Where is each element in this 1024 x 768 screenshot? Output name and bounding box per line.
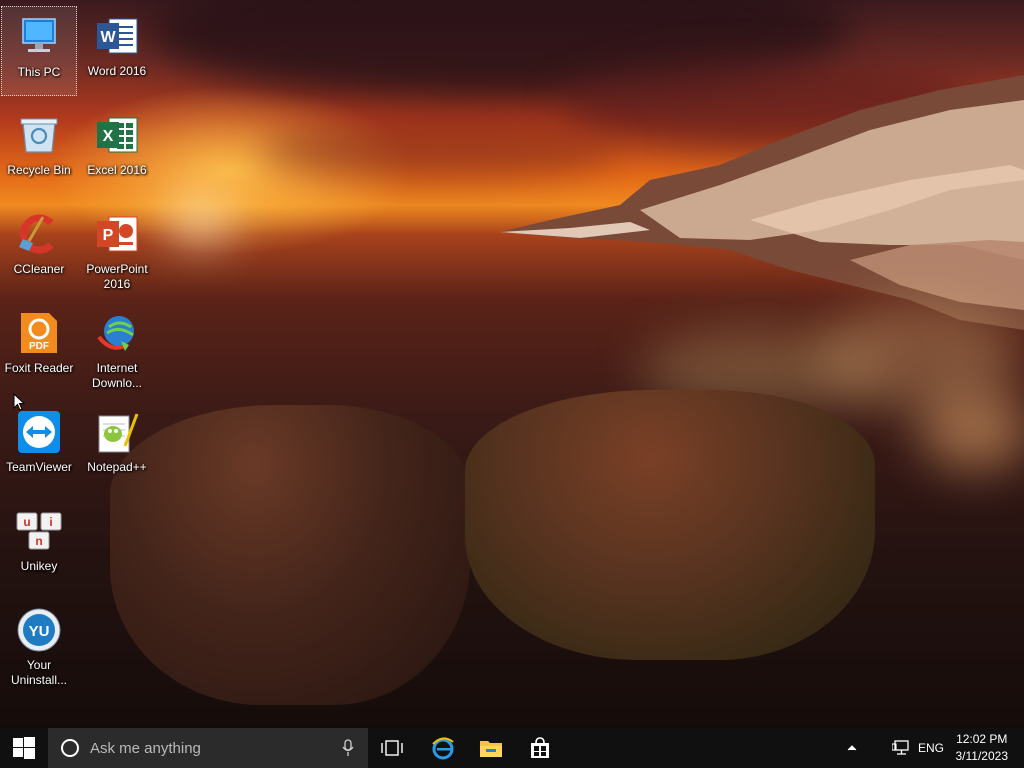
desktop-icon-teamviewer[interactable]: TeamViewer	[1, 402, 77, 492]
taskbar-store-button[interactable]	[517, 728, 563, 768]
taskbar-file-explorer-button[interactable]	[468, 728, 514, 768]
desktop-icon-foxit-reader[interactable]: PDF Foxit Reader	[1, 303, 77, 393]
svg-text:u: u	[23, 515, 30, 529]
desktop-icon-ccleaner[interactable]: CCleaner	[1, 204, 77, 294]
windows-logo-icon	[13, 737, 35, 759]
word-icon: W	[93, 12, 141, 60]
edge-icon	[432, 737, 454, 760]
icon-label: Word 2016	[87, 64, 147, 78]
excel-icon: X	[93, 111, 141, 159]
task-view-button[interactable]	[370, 728, 414, 768]
desktop-icon-word-2016[interactable]: W Word 2016	[79, 6, 155, 96]
icon-label: Recycle Bin	[7, 163, 71, 177]
desktop-icon-your-uninstaller[interactable]: YU Your Uninstall...	[1, 600, 77, 690]
icon-label: Excel 2016	[87, 163, 147, 177]
icon-label: TeamViewer	[6, 460, 72, 474]
icon-label: Foxit Reader	[4, 361, 74, 375]
network-icon	[892, 740, 909, 755]
lit-rock-glow	[920, 390, 1024, 470]
start-button[interactable]	[0, 728, 48, 768]
ccleaner-icon	[15, 210, 63, 258]
language-indicator: ENG	[917, 741, 944, 755]
svg-text:P: P	[103, 227, 114, 244]
icon-label: This PC	[17, 65, 61, 79]
svg-text:W: W	[100, 29, 116, 46]
desktop-icon-internet-download-manager[interactable]: Internet Downlo...	[79, 303, 155, 393]
network-button[interactable]	[886, 728, 916, 768]
desktop-icon-excel-2016[interactable]: X Excel 2016	[79, 105, 155, 195]
svg-text:YU: YU	[29, 623, 50, 640]
svg-text:i: i	[49, 515, 52, 529]
microphone-icon[interactable]	[342, 739, 354, 757]
foxit-reader-icon: PDF	[15, 309, 63, 357]
desktop-icon-unikey[interactable]: u i n Unikey	[1, 501, 77, 591]
clock-time: 12:02 PM	[956, 732, 1008, 746]
desktop-icon-notepad-plus-plus[interactable]: Notepad++	[79, 402, 155, 492]
icon-label: PowerPoint 2016	[86, 262, 148, 291]
taskbar-edge-button[interactable]	[420, 728, 466, 768]
notepad-plus-plus-icon	[93, 408, 141, 456]
icon-label: Notepad++	[87, 460, 147, 474]
chevron-up-icon	[847, 745, 857, 751]
clock-date: 3/11/2023	[955, 749, 1009, 763]
show-hidden-icons-button[interactable]	[840, 728, 864, 768]
mouse-cursor-icon	[13, 393, 25, 411]
store-icon	[531, 737, 549, 758]
cortana-circle-icon	[61, 739, 79, 757]
svg-text:X: X	[103, 128, 114, 145]
recycle-bin-icon	[15, 111, 63, 159]
teamviewer-icon	[15, 408, 63, 456]
clock[interactable]: 12:02 PM 3/11/2023	[956, 731, 1009, 765]
your-uninstaller-icon: YU	[15, 606, 63, 654]
icon-label: Internet Downlo...	[91, 361, 143, 390]
icon-label: Unikey	[20, 559, 58, 573]
right-boulder	[465, 390, 875, 660]
desktop-icon-this-pc[interactable]: This PC	[1, 6, 77, 96]
input-language-button[interactable]: ENG	[916, 728, 946, 768]
powerpoint-icon: P	[93, 210, 141, 258]
internet-download-manager-icon	[93, 309, 141, 357]
left-boulder	[110, 405, 470, 705]
svg-text:PDF: PDF	[29, 341, 49, 352]
file-explorer-icon	[480, 741, 502, 757]
search-placeholder: Ask me anything	[90, 739, 201, 757]
sun-glow	[170, 200, 230, 240]
unikey-icon: u i n	[15, 507, 63, 555]
desktop-icon-powerpoint-2016[interactable]: P PowerPoint 2016	[79, 204, 155, 294]
svg-text:n: n	[35, 534, 42, 548]
desktop-icon-recycle-bin[interactable]: Recycle Bin	[1, 105, 77, 195]
taskbar: Ask me anything ENG 12:02 PM 3/11/2023	[0, 728, 1024, 768]
search-box[interactable]: Ask me anything	[48, 728, 368, 768]
task-view-icon	[381, 740, 403, 756]
icon-label: Your Uninstall...	[10, 658, 68, 687]
icon-label: CCleaner	[13, 262, 65, 276]
this-pc-icon	[15, 13, 63, 61]
